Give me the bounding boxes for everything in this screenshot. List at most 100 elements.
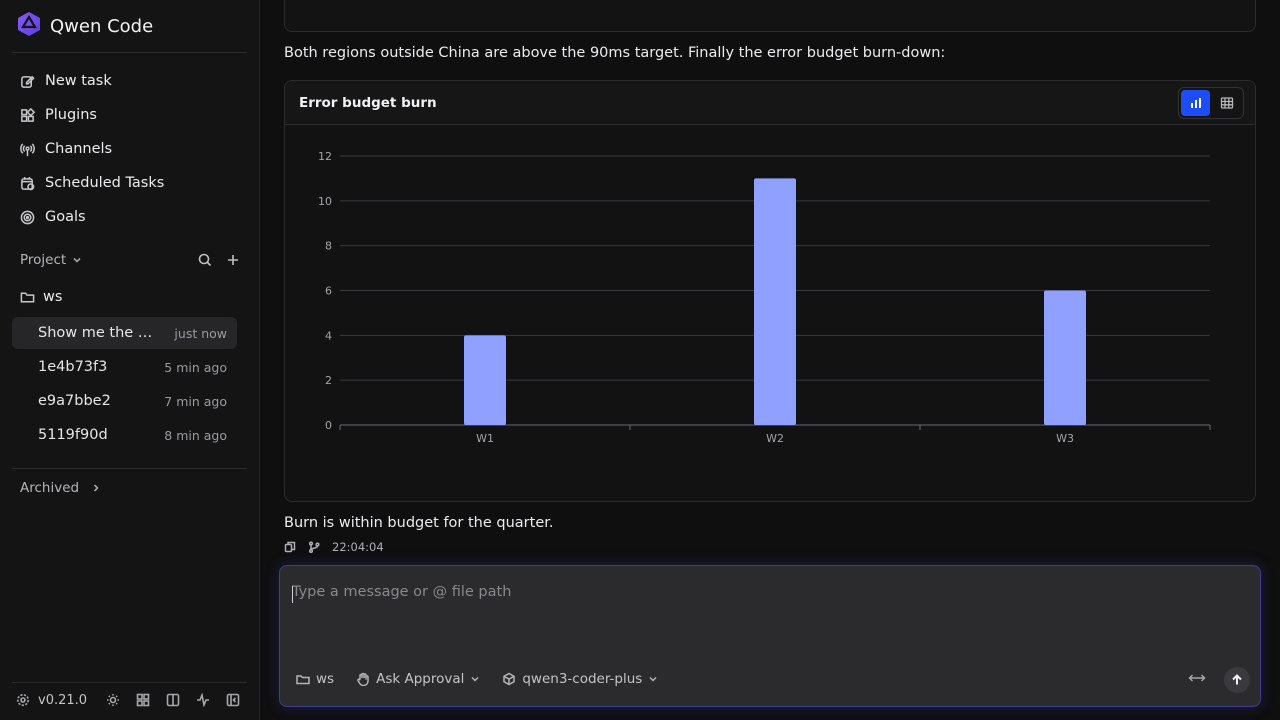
sidebar: Qwen Code New task Plugins Channels Sche…	[0, 0, 260, 720]
project-folder-ws[interactable]: ws	[20, 286, 62, 308]
session-time: 5 min ago	[164, 359, 227, 375]
chevron-down-icon	[471, 676, 479, 682]
cube-icon	[503, 672, 516, 686]
grid-icon[interactable]	[136, 693, 150, 707]
divider	[12, 468, 247, 469]
table-icon	[1220, 97, 1233, 109]
chevron-down-icon	[649, 676, 657, 682]
activity-icon[interactable]	[196, 693, 210, 707]
x-tick-label: W2	[766, 432, 784, 445]
edit-icon	[21, 75, 35, 88]
table-view-button[interactable]	[1212, 90, 1241, 116]
bar-chart: 0 2 4 6 8 10 12 W1 W2 W3	[318, 150, 1211, 445]
version-label: v0.21.0	[38, 692, 88, 708]
session-item[interactable]: Show me the … just now	[12, 317, 237, 349]
nav-new-task[interactable]: New task	[12, 66, 237, 96]
x-tick-label: W1	[476, 432, 494, 445]
archived-label: Archived	[20, 480, 80, 496]
broadcast-icon	[20, 142, 35, 156]
divider	[12, 52, 247, 53]
send-button[interactable]	[1224, 667, 1250, 693]
y-tick-label: 8	[325, 240, 332, 253]
session-item[interactable]: 5119f90d 8 min ago	[12, 419, 237, 451]
chevron-down-icon	[73, 257, 81, 263]
target-icon	[20, 210, 35, 224]
expand-button[interactable]	[1188, 672, 1206, 688]
session-title: 1e4b73f3	[38, 359, 108, 375]
chevron-right-icon	[94, 484, 99, 492]
model-selector[interactable]: qwen3-coder-plus	[502, 671, 658, 687]
y-tick-label: 2	[325, 374, 332, 387]
nav-label: Channels	[45, 141, 113, 157]
y-tick-label: 10	[318, 195, 332, 208]
expand-horizontal-icon	[1188, 674, 1206, 682]
brand[interactable]: Qwen Code	[16, 12, 153, 40]
settings-icon[interactable]	[16, 693, 30, 707]
y-tick-label: 4	[325, 329, 332, 342]
archived-section[interactable]: Archived	[20, 476, 240, 500]
nav-goals[interactable]: Goals	[12, 202, 237, 232]
project-section-header[interactable]: Project	[20, 248, 240, 272]
approval-mode-label: Ask Approval	[376, 671, 465, 687]
y-tick-label: 6	[325, 285, 332, 298]
copy-icon[interactable]	[284, 541, 296, 553]
session-title: Show me the …	[38, 325, 153, 341]
session-title: e9a7bbe2	[38, 393, 111, 409]
chart-title: Error budget burn	[299, 94, 437, 111]
x-tick-label: W3	[1056, 432, 1074, 445]
nav-channels[interactable]: Channels	[12, 134, 237, 164]
session-time: 8 min ago	[164, 427, 227, 443]
theme-sun-icon[interactable]	[106, 693, 120, 707]
nav-label: Scheduled Tasks	[45, 175, 165, 191]
plugins-icon	[21, 107, 35, 122]
assistant-message-intro: Both regions outside China are above the…	[284, 45, 946, 61]
calendar-clock-icon	[21, 176, 35, 190]
bar	[1044, 290, 1086, 425]
nav-label: New task	[45, 73, 112, 89]
nav-scheduled-tasks[interactable]: Scheduled Tasks	[12, 168, 237, 198]
previous-chart-card	[284, 0, 1256, 32]
chart-card: Error budget burn 0 2 4 6 8 10 12 W1 W2 W3	[284, 80, 1256, 502]
bar-chart-icon	[1190, 98, 1201, 108]
nav-plugins[interactable]: Plugins	[12, 100, 237, 130]
message-meta: 22:04:04	[284, 540, 384, 554]
workspace-selector[interactable]: ws	[296, 671, 334, 687]
chart-view-button[interactable]	[1181, 90, 1210, 116]
divider	[12, 682, 247, 683]
session-item[interactable]: e9a7bbe2 7 min ago	[12, 385, 237, 417]
sidebar-footer: v0.21.0	[16, 688, 246, 712]
text-caret	[292, 586, 293, 603]
message-input[interactable]	[292, 584, 1192, 600]
nav-label: Goals	[45, 209, 86, 225]
session-time: 7 min ago	[164, 393, 227, 409]
bar	[754, 178, 796, 425]
assistant-message-outro: Burn is within budget for the quarter.	[284, 515, 554, 531]
view-toggle	[1178, 87, 1244, 119]
session-item[interactable]: 1e4b73f3 5 min ago	[12, 351, 237, 383]
add-icon[interactable]	[226, 253, 240, 267]
message-timestamp: 22:04:04	[332, 540, 384, 554]
session-title: 5119f90d	[38, 427, 108, 443]
arrow-up-icon	[1232, 674, 1242, 685]
bar	[464, 335, 506, 425]
chart-header: Error budget burn	[285, 81, 1255, 125]
y-tick-label: 0	[325, 419, 332, 432]
sidebar-toggle-icon[interactable]	[226, 693, 240, 707]
session-time: just now	[174, 325, 227, 341]
workspace-label: ws	[316, 671, 335, 687]
qwen-logo-icon	[16, 11, 42, 41]
main-panel: Both regions outside China are above the…	[260, 0, 1280, 720]
hand-icon	[357, 672, 369, 686]
branch-icon[interactable]	[308, 541, 320, 553]
split-view-icon[interactable]	[166, 693, 180, 707]
message-composer: ws Ask Approval qwen3-coder-plus	[279, 565, 1261, 707]
app-title: Qwen Code	[50, 15, 154, 37]
approval-mode-dropdown[interactable]: Ask Approval	[356, 671, 480, 687]
project-label: Project	[20, 252, 67, 268]
folder-name: ws	[43, 289, 63, 305]
model-label: qwen3-coder-plus	[522, 671, 643, 687]
folder-icon	[20, 292, 35, 302]
composer-toolbar: ws Ask Approval qwen3-coder-plus	[296, 669, 658, 689]
search-icon[interactable]	[198, 253, 212, 267]
nav-label: Plugins	[45, 107, 97, 123]
